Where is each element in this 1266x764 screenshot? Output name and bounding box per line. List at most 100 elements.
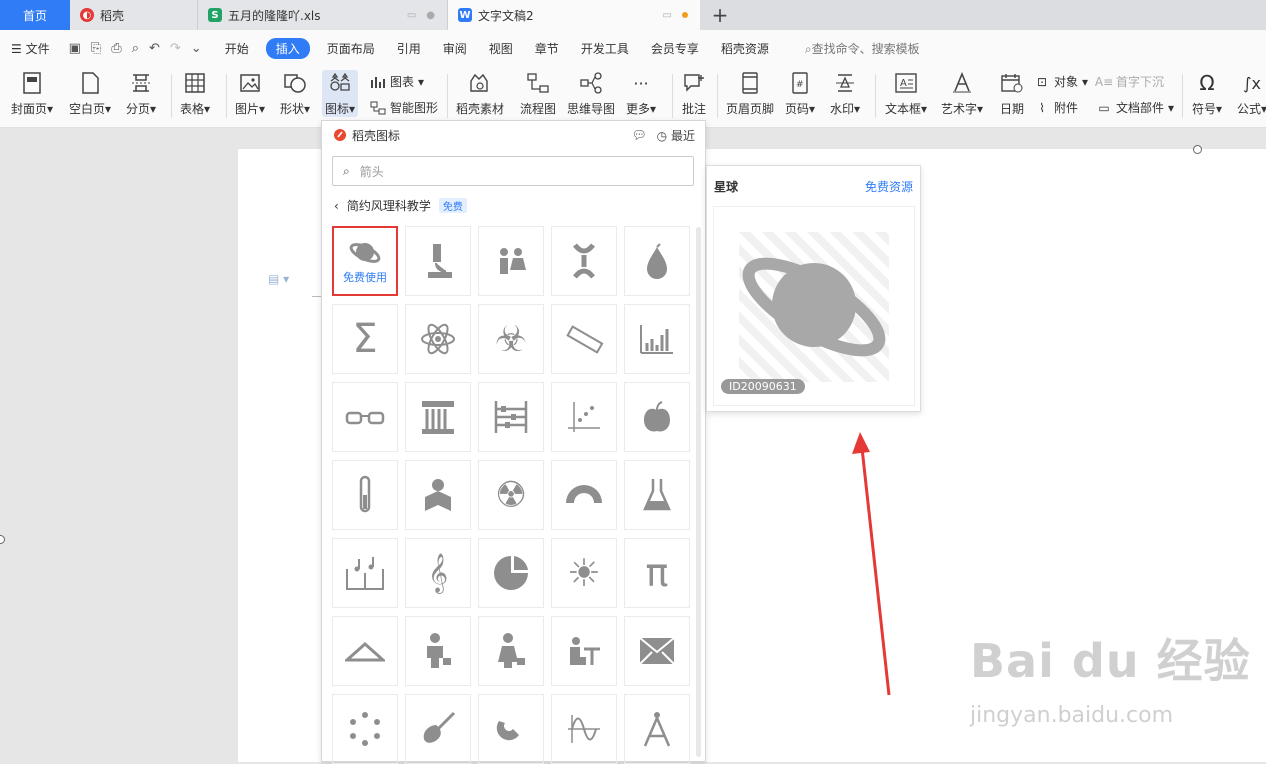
icon-search-input[interactable]: ⌕ 箭头	[332, 156, 694, 186]
menu-review[interactable]: 审阅	[432, 40, 478, 57]
symbol-button[interactable]: Ω 符号▾	[1192, 70, 1222, 117]
icon-cell-column[interactable]	[405, 382, 471, 452]
smart-art-button[interactable]: 智能图形	[370, 99, 438, 116]
dropcap-button[interactable]: A≡ 首字下沉	[1095, 73, 1164, 90]
icon-cell-compass[interactable]	[624, 694, 690, 764]
command-search[interactable]: ⌕查找命令、搜索模板	[794, 40, 931, 57]
free-tag: 免费	[438, 198, 467, 213]
chevron-down-icon[interactable]: ⌄	[191, 41, 202, 56]
icon-cell-pie-chart[interactable]	[478, 538, 544, 608]
chevron-left-icon[interactable]: ‹	[334, 199, 339, 213]
picture-button[interactable]: 图片▾	[235, 70, 265, 117]
icon-cell-pear[interactable]	[624, 226, 690, 296]
free-resource-link[interactable]: 免费资源	[865, 178, 913, 195]
page-number-button[interactable]: # 页码▾	[785, 70, 815, 117]
menu-section[interactable]: 章节	[524, 40, 570, 57]
icon-cell-apple[interactable]	[624, 382, 690, 452]
icon-cell-glasses[interactable]	[332, 382, 398, 452]
icon-cell-music-book[interactable]	[332, 538, 398, 608]
icon-cell-treble-clef[interactable]: 𝄞	[405, 538, 471, 608]
icon-cell-molecule-ring[interactable]	[332, 694, 398, 764]
more-button[interactable]: ··· 更多▾	[626, 70, 656, 117]
menu-member[interactable]: 会员专享	[640, 40, 710, 57]
monitor-icon[interactable]: ▭	[407, 10, 416, 21]
flowchart-button[interactable]: 流程图	[520, 70, 556, 117]
icon-cell-magnet[interactable]	[478, 694, 544, 764]
menu-start[interactable]: 开始	[214, 40, 260, 57]
icon-cell-biohazard[interactable]: ☣	[478, 304, 544, 374]
icon-cell-bar-chart[interactable]	[624, 304, 690, 374]
menu-insert[interactable]: 插入	[265, 37, 310, 59]
icon-button[interactable]: 图标▾	[322, 70, 359, 117]
scrollbar[interactable]	[696, 227, 701, 757]
dot-icon[interactable]: ●	[426, 10, 435, 21]
chat-icon[interactable]: 💬︎	[631, 128, 646, 142]
recent-button[interactable]: ◷ 最近	[657, 127, 695, 144]
tab-xls[interactable]: S 五月的隆隆吖.xls ▭ ●	[198, 0, 448, 30]
watermark-button[interactable]: 水印▾	[830, 70, 860, 117]
icon-cell-sun[interactable]: ☀	[551, 538, 617, 608]
icon-cell-student-desk[interactable]	[551, 616, 617, 686]
menu-view[interactable]: 视图	[478, 40, 524, 57]
formula-button[interactable]: ∫x 公式▾	[1237, 70, 1266, 117]
resize-handle[interactable]	[1193, 145, 1202, 154]
wordart-button[interactable]: 艺术字▾	[941, 70, 983, 117]
redo-icon[interactable]: ↷	[170, 41, 181, 56]
textbox-button[interactable]: A 文本框▾	[885, 70, 927, 117]
icon-cell-ruler[interactable]	[551, 304, 617, 374]
icon-cell-microscope[interactable]	[405, 226, 471, 296]
page-break-button[interactable]: 分页▾	[126, 70, 156, 117]
menu-developer[interactable]: 开发工具	[570, 40, 640, 57]
icon-cell-businesswoman[interactable]	[478, 616, 544, 686]
icon-cell-sine-wave[interactable]	[551, 694, 617, 764]
icon-cell-chromosome[interactable]	[551, 226, 617, 296]
icon-cell-triangle-ruler[interactable]	[332, 616, 398, 686]
cover-page-button[interactable]: 封面页▾	[11, 70, 53, 117]
icon-cell-sigma[interactable]: Σ	[332, 304, 398, 374]
date-button[interactable]: 日期	[999, 70, 1025, 117]
print-icon[interactable]: ⎙	[111, 41, 121, 56]
menu-layout[interactable]: 页面布局	[316, 40, 386, 57]
preview-icon[interactable]: ⌕	[132, 41, 139, 56]
shape-button[interactable]: 形状▾	[280, 70, 310, 117]
monitor-icon[interactable]: ▭	[663, 10, 672, 21]
icon-cell-scatter-plot[interactable]	[551, 382, 617, 452]
icon-cell-abacus[interactable]	[478, 382, 544, 452]
resize-handle[interactable]	[0, 535, 5, 544]
icon-cell-guitar[interactable]	[405, 694, 471, 764]
icon-cell-radiation[interactable]: ☢	[478, 460, 544, 530]
icon-cell-children[interactable]	[478, 226, 544, 296]
export-icon[interactable]: ⎘	[91, 41, 101, 56]
icon-cell-flask[interactable]	[624, 460, 690, 530]
comment-button[interactable]: 批注	[681, 70, 707, 117]
breadcrumb[interactable]: ‹ 简约风理科教学 免费	[334, 197, 467, 214]
icon-cell-reading-person[interactable]	[405, 460, 471, 530]
tab-home[interactable]: 首页	[0, 0, 70, 30]
icon-cell-protractor[interactable]	[551, 460, 617, 530]
icon-cell-planet[interactable]: 免费使用	[332, 226, 398, 296]
new-tab-button[interactable]: +	[700, 0, 740, 30]
icon-cell-pi[interactable]: π	[624, 538, 690, 608]
undo-icon[interactable]: ↶	[149, 41, 160, 56]
header-footer-button[interactable]: 页眉页脚	[726, 70, 774, 117]
paragraph-marker-icon[interactable]: ▤ ▾	[268, 272, 289, 286]
icon-cell-test-tube[interactable]	[332, 460, 398, 530]
icon-cell-atom[interactable]	[405, 304, 471, 374]
tab-daoke[interactable]: ◐ 稻壳	[70, 0, 198, 30]
tab-doc[interactable]: W 文字文稿2 ▭	[448, 0, 700, 30]
menu-daoke-resources[interactable]: 稻壳资源	[710, 40, 780, 57]
save-icon[interactable]: ▣	[69, 41, 81, 56]
table-button[interactable]: 表格▾	[180, 70, 210, 117]
icon-cell-envelope[interactable]	[624, 616, 690, 686]
chart-button[interactable]: 图表 ▾	[370, 73, 424, 90]
doc-part-button[interactable]: ▭ 文档部件 ▾	[1096, 99, 1174, 116]
attachment-button[interactable]: ⌇ 附件	[1034, 99, 1078, 116]
menu-references[interactable]: 引用	[386, 40, 432, 57]
mindmap-button[interactable]: 思维导图	[567, 70, 615, 117]
icon-cell-businessman[interactable]	[405, 616, 471, 686]
file-menu[interactable]: ☰ 文件	[0, 40, 61, 57]
daoke-material-button[interactable]: 稻壳素材	[456, 70, 504, 117]
object-button[interactable]: ⊡ 对象 ▾	[1034, 73, 1088, 90]
blank-page-button[interactable]: 空白页▾	[69, 70, 111, 117]
treble-clef-icon: 𝄞	[427, 553, 449, 593]
